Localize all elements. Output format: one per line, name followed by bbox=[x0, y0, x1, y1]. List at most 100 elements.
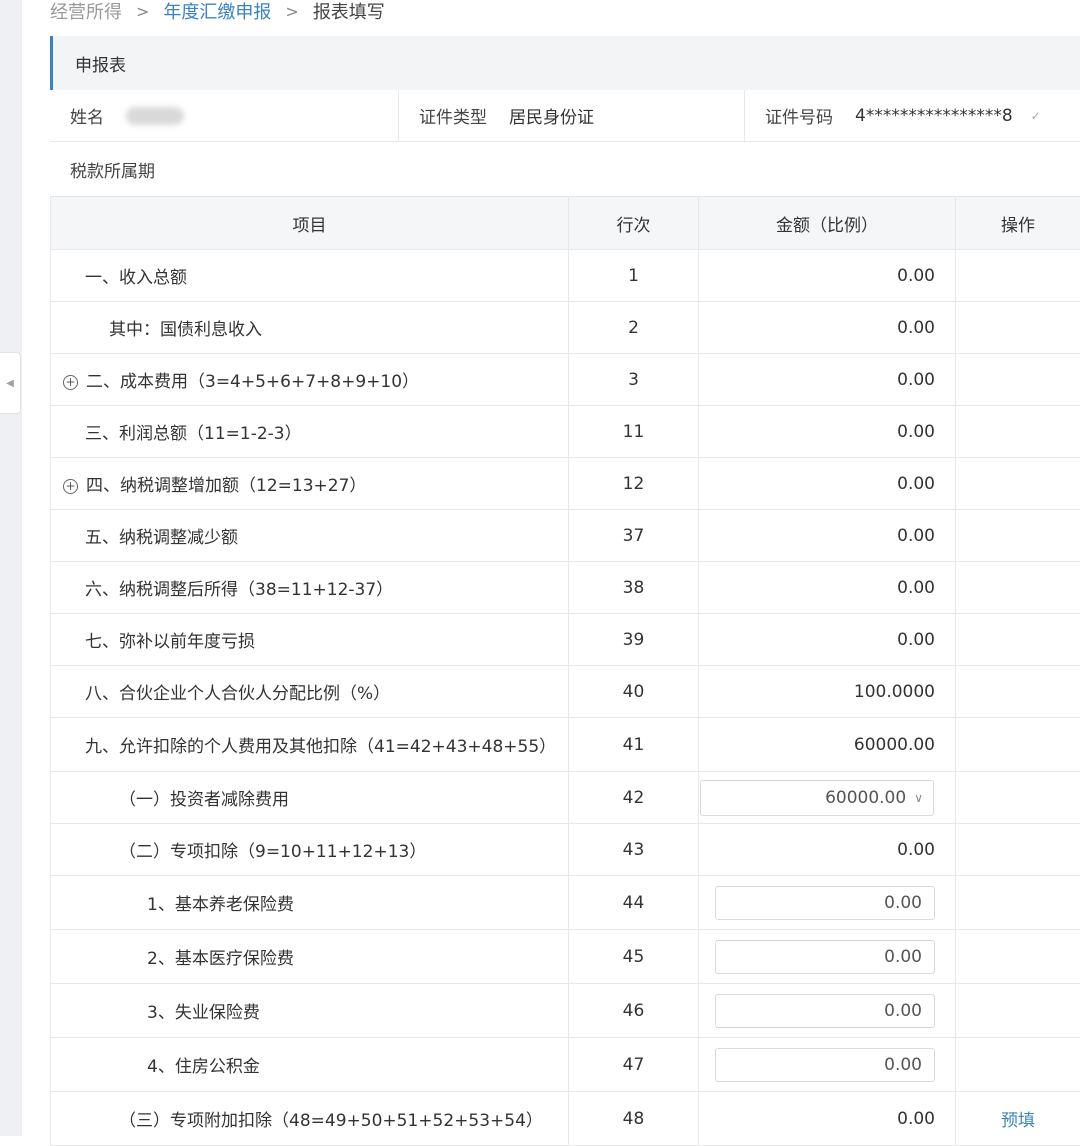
table-row: （一）投资者减除费用 42 60000.00∨ bbox=[51, 772, 1080, 824]
row-action bbox=[956, 772, 1080, 824]
row-item-label: 六、纳税调整后所得（38=11+12-37） bbox=[85, 580, 393, 600]
row-amount: 0.00 bbox=[699, 354, 956, 406]
row-action bbox=[956, 876, 1080, 930]
row-item: 九、允许扣除的个人费用及其他扣除（41=42+43+48+55） bbox=[51, 718, 569, 772]
row-action bbox=[956, 302, 1080, 354]
table-row: 六、纳税调整后所得（38=11+12-37） 38 0.00 bbox=[51, 562, 1080, 614]
row-line: 41 bbox=[569, 718, 699, 772]
name-label: 姓名 bbox=[70, 103, 104, 128]
row-line: 38 bbox=[569, 562, 699, 614]
chevron-right-icon: > bbox=[285, 2, 298, 21]
plus-circle-icon[interactable]: + bbox=[63, 479, 78, 494]
table-row: 3、失业保险费 46 0.00 bbox=[51, 984, 1080, 1038]
row-amount: 0.00 bbox=[699, 1092, 956, 1146]
tax-period-row: 税款所属期 bbox=[50, 142, 1080, 196]
row-item-label: 2、基本医疗保险费 bbox=[147, 949, 294, 969]
row-item: 五、纳税调整减少额 bbox=[51, 510, 569, 562]
row-item: 三、利润总额（11=1-2-3） bbox=[51, 406, 569, 458]
prefill-link[interactable]: 预填 bbox=[1001, 1111, 1035, 1131]
tax-period-label: 税款所属期 bbox=[70, 157, 155, 182]
row-amount: 0.00 bbox=[699, 458, 956, 510]
row-line: 44 bbox=[569, 876, 699, 930]
table-row: 一、收入总额 1 0.00 bbox=[51, 250, 1080, 302]
row-item-label: 五、纳税调整减少额 bbox=[85, 528, 238, 548]
row-action bbox=[956, 250, 1080, 302]
row-line: 2 bbox=[569, 302, 699, 354]
column-header-amount: 金额（比例） bbox=[699, 197, 956, 250]
table-row: 五、纳税调整减少额 37 0.00 bbox=[51, 510, 1080, 562]
left-side-strip: ◀ bbox=[0, 0, 22, 1136]
row-action bbox=[956, 666, 1080, 718]
breadcrumb-item-business-income[interactable]: 经营所得 bbox=[50, 0, 122, 24]
row-amount-cell: 0.00 bbox=[699, 876, 956, 930]
row-amount: 0.00 bbox=[699, 406, 956, 458]
row-action bbox=[956, 718, 1080, 772]
housing-fund-input[interactable]: 0.00 bbox=[715, 1048, 935, 1082]
row-item: 七、弥补以前年度亏损 bbox=[51, 614, 569, 666]
declaration-form-panel: 申报表 姓名 证件类型 居民身份证 证件号码 4****************… bbox=[50, 36, 1080, 1136]
column-header-line: 行次 bbox=[569, 197, 699, 250]
row-item-label: 3、失业保险费 bbox=[147, 1003, 260, 1023]
table-row: （二）专项扣除（9=10+11+12+13） 43 0.00 bbox=[51, 824, 1080, 876]
id-type-value: 居民身份证 bbox=[509, 103, 594, 128]
caret-left-icon: ◀ bbox=[6, 378, 14, 389]
breadcrumb: 经营所得 > 年度汇缴申报 > 报表填写 bbox=[50, 0, 385, 26]
table-row: +四、纳税调整增加额（12=13+27） 12 0.00 bbox=[51, 458, 1080, 510]
row-amount-cell: 60000.00∨ bbox=[699, 772, 956, 824]
id-type-label: 证件类型 bbox=[419, 103, 487, 128]
select-value: 60000.00 bbox=[825, 788, 906, 808]
row-action bbox=[956, 930, 1080, 984]
id-number-value: 4****************8 bbox=[855, 106, 1013, 126]
row-item: 六、纳税调整后所得（38=11+12-37） bbox=[51, 562, 569, 614]
row-line: 37 bbox=[569, 510, 699, 562]
row-amount: 60000.00 bbox=[699, 718, 956, 772]
row-item-label: 八、合伙企业个人合伙人分配比例（%） bbox=[85, 684, 390, 704]
row-line: 11 bbox=[569, 406, 699, 458]
row-amount: 0.00 bbox=[699, 614, 956, 666]
id-number-label: 证件号码 bbox=[765, 103, 833, 128]
row-amount: 100.0000 bbox=[699, 666, 956, 718]
unemployment-insurance-input[interactable]: 0.00 bbox=[715, 994, 935, 1028]
row-item-label: 九、允许扣除的个人费用及其他扣除（41=42+43+48+55） bbox=[85, 737, 556, 757]
row-item: （一）投资者减除费用 bbox=[51, 772, 569, 824]
row-line: 47 bbox=[569, 1038, 699, 1092]
row-amount-cell: 0.00 bbox=[699, 930, 956, 984]
plus-circle-icon[interactable]: + bbox=[63, 375, 78, 390]
row-line: 48 bbox=[569, 1092, 699, 1146]
row-action: 预填 bbox=[956, 1092, 1080, 1146]
row-amount: 0.00 bbox=[699, 510, 956, 562]
investor-deduction-select[interactable]: 60000.00∨ bbox=[700, 780, 934, 816]
row-line: 39 bbox=[569, 614, 699, 666]
table-row: 九、允许扣除的个人费用及其他扣除（41=42+43+48+55） 41 6000… bbox=[51, 718, 1080, 772]
table-row: 三、利润总额（11=1-2-3） 11 0.00 bbox=[51, 406, 1080, 458]
row-amount-cell: 0.00 bbox=[699, 1038, 956, 1092]
row-line: 43 bbox=[569, 824, 699, 876]
id-number-cell: 证件号码 4****************8 ✓ bbox=[744, 90, 1080, 141]
row-item-label: （三）专项附加扣除（48=49+50+51+52+53+54） bbox=[119, 1111, 543, 1131]
breadcrumb-item-annual-filing[interactable]: 年度汇缴申报 bbox=[163, 0, 271, 24]
row-item: +四、纳税调整增加额（12=13+27） bbox=[51, 458, 569, 510]
row-item-label: 七、弥补以前年度亏损 bbox=[85, 632, 255, 652]
row-action bbox=[956, 354, 1080, 406]
pension-insurance-input[interactable]: 0.00 bbox=[715, 886, 935, 920]
breadcrumb-item-form-fill: 报表填写 bbox=[313, 0, 385, 24]
row-amount: 0.00 bbox=[699, 302, 956, 354]
row-item: 其中：国债利息收入 bbox=[51, 302, 569, 354]
column-header-item: 项目 bbox=[51, 197, 569, 250]
row-action bbox=[956, 984, 1080, 1038]
row-action bbox=[956, 458, 1080, 510]
row-item-label: 三、利润总额（11=1-2-3） bbox=[85, 424, 302, 444]
row-action bbox=[956, 406, 1080, 458]
medical-insurance-input[interactable]: 0.00 bbox=[715, 940, 935, 974]
row-action bbox=[956, 562, 1080, 614]
id-type-cell: 证件类型 居民身份证 bbox=[398, 90, 744, 141]
row-item-label: 其中：国债利息收入 bbox=[109, 320, 262, 340]
collapse-panel-handle[interactable]: ◀ bbox=[0, 352, 21, 414]
row-line: 3 bbox=[569, 354, 699, 406]
row-line: 46 bbox=[569, 984, 699, 1038]
row-item: 八、合伙企业个人合伙人分配比例（%） bbox=[51, 666, 569, 718]
row-line: 40 bbox=[569, 666, 699, 718]
panel-title: 申报表 bbox=[50, 36, 1080, 90]
row-item-label: （一）投资者减除费用 bbox=[119, 790, 289, 810]
row-line: 45 bbox=[569, 930, 699, 984]
